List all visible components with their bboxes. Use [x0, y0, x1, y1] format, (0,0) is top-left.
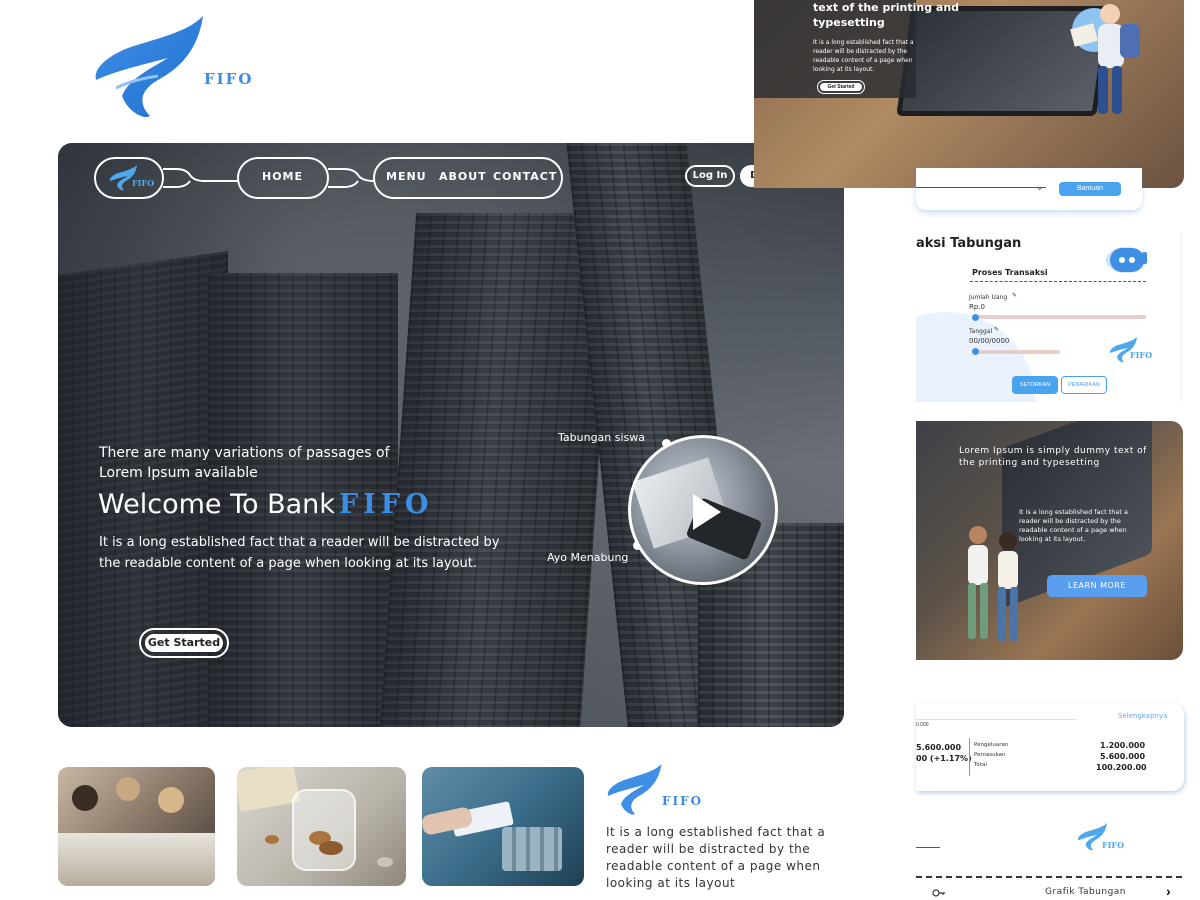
person-3d-illustration [1070, 4, 1140, 114]
hero-title: Welcome To Bank FIFO [98, 489, 433, 520]
person-figure [72, 785, 98, 811]
see-more-link[interactable]: Selengkapnya [1118, 712, 1167, 720]
nav-home[interactable]: HOME [262, 170, 303, 183]
hero-title-accent: FIFO [338, 489, 434, 520]
login-button[interactable]: Log In [685, 165, 735, 187]
key-icon[interactable] [932, 888, 946, 898]
person-figure [116, 777, 140, 801]
date-slider-handle[interactable] [972, 348, 979, 355]
footer-wordmark: FIFO [662, 794, 704, 808]
promo-title: Lorem Ipsum is simply dummy text of the … [959, 446, 1147, 468]
transaction-logo: FIFO [1108, 336, 1168, 366]
hero-subtitle: There are many variations of passages of… [99, 445, 390, 481]
help-bar: ⌄ Bantuan [916, 168, 1142, 210]
amount-label: Jumlah Uang [969, 294, 1008, 301]
balance-value: 5.600.000 [916, 743, 962, 752]
deposit-button[interactable]: SETORKAN [1012, 376, 1058, 394]
stats-divider [969, 738, 970, 776]
nav-logo-text: FIFO [132, 178, 155, 188]
dashed-divider [916, 876, 1182, 878]
edit-icon[interactable]: ✎ [994, 326, 999, 333]
video-label-bottom: Ayo Menabung [547, 551, 629, 564]
coin [377, 857, 393, 867]
mockup-get-started-label: Get Started [820, 83, 862, 91]
stat-value: 1.200.000 [1100, 741, 1146, 750]
transaction-panel: aksi Tabungan Proses Transaksi Jumlah Ua… [916, 232, 1182, 402]
wing-logo-icon [607, 764, 662, 815]
savings-stats-panel: 0.000 Selengkapnya 5.600.000 00 (+1.17%)… [916, 703, 1184, 791]
transaction-logo-text: FIFO [1130, 350, 1153, 360]
mockup-top-body: It is a long established fact that a rea… [813, 39, 914, 73]
process-heading: Proses Transaksi [972, 268, 1048, 277]
stat-label: Pengeluaran [974, 742, 1009, 748]
edit-icon[interactable]: ✎ [1012, 292, 1017, 299]
transaction-title: aksi Tabungan [916, 236, 1022, 251]
footer-logo: FIFO [604, 762, 714, 824]
chevron-right-icon[interactable]: › [1166, 883, 1171, 899]
footer-description: It is a long established fact that a rea… [606, 825, 826, 890]
hero-title-text: Welcome To Bank [98, 489, 335, 520]
coin [319, 841, 343, 855]
atm-image [422, 767, 584, 886]
jar [292, 789, 356, 871]
notebook [237, 767, 301, 812]
video-player[interactable] [628, 435, 778, 585]
chart-panel-logo-text: FIFO [1102, 840, 1125, 850]
person-figure [158, 787, 184, 813]
date-label: Tanggal [969, 328, 993, 335]
stat-value: 5.600.000 [1100, 752, 1146, 761]
learn-more-button[interactable]: LEARN MORE [1047, 575, 1147, 597]
main-nav: FIFO HOME MENU ABOUT CONTACT [94, 157, 563, 199]
stat-label: Total [974, 762, 987, 768]
savings-chart-panel: FIFO Grafik Tabungan › [916, 812, 1184, 900]
people-3d-illustration [968, 526, 1018, 641]
coin-jar-image [237, 767, 406, 886]
balance-change: 00 (+1.17%) [916, 754, 972, 763]
savings-chart-link[interactable]: Grafik Tabungan [1045, 887, 1126, 897]
dashed-divider [970, 281, 1146, 282]
atm-keypad [502, 827, 562, 871]
tab-underline [916, 847, 940, 848]
stat-label: Pemasukan [974, 752, 1006, 758]
get-started-label: Get Started [145, 634, 223, 652]
wing-logo-icon [95, 16, 203, 118]
nav-logo[interactable]: FIFO [108, 164, 158, 194]
axis-value: 0.000 [916, 722, 929, 728]
amount-slider[interactable] [976, 315, 1146, 319]
date-slider[interactable] [976, 350, 1060, 354]
brand-logo: FIFO [88, 12, 258, 124]
mockup-get-started-button[interactable]: Get Started [817, 80, 865, 94]
nav-contact[interactable]: CONTACT [493, 170, 557, 183]
promo-body: It is a long established fact that a rea… [1019, 508, 1128, 543]
video-label-top: Tabungan siswa [558, 431, 646, 444]
promo-panel: Lorem Ipsum is simply dummy text of the … [916, 421, 1183, 660]
nav-about[interactable]: ABOUT [439, 170, 487, 183]
coin [265, 835, 279, 844]
help-button[interactable]: Bantuan [1059, 182, 1121, 196]
design-showcase: FIFO FIFO HOME MENU ABOUT CONTACT Log In… [0, 0, 1200, 900]
hero-description: It is a long established fact that a rea… [99, 535, 500, 571]
chatbot-icon[interactable] [1104, 238, 1148, 274]
brand-wordmark: FIFO [204, 70, 254, 88]
hero-section: FIFO HOME MENU ABOUT CONTACT Log In Daft… [58, 143, 844, 727]
amount-slider-handle[interactable] [972, 314, 979, 321]
date-value: 00/00/0000 [969, 337, 1010, 345]
select-underline[interactable] [916, 187, 1046, 188]
table-surface [58, 833, 215, 886]
withdraw-button[interactable]: PENARIKAN [1061, 376, 1107, 394]
nav-menu[interactable]: MENU [386, 170, 427, 183]
play-icon[interactable] [693, 494, 721, 530]
get-started-button[interactable]: Get Started [139, 628, 229, 658]
students-image [58, 767, 215, 886]
stat-value: 100.200.00 [1096, 763, 1147, 772]
mockup-hero-panel: text of the printing and typesetting It … [754, 0, 1184, 188]
chart-panel-logo: FIFO [1076, 822, 1136, 854]
mockup-top-title: text of the printing and typesetting [813, 1, 960, 29]
chart-baseline [916, 719, 1076, 720]
chevron-down-icon[interactable]: ⌄ [1036, 182, 1044, 193]
amount-value: Rp.0 [969, 303, 985, 311]
